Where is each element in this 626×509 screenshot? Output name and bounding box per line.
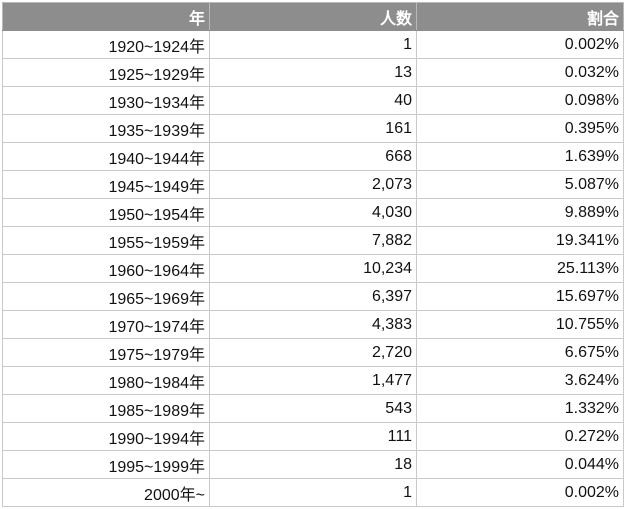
cell-ratio[interactable]: 9.889%	[416, 198, 624, 227]
cell-ratio[interactable]: 1.332%	[416, 394, 624, 423]
cell-ratio[interactable]: 19.341%	[416, 226, 624, 255]
cell-year[interactable]: 1955~1959年	[2, 226, 210, 255]
cell-ratio[interactable]: 15.697%	[416, 282, 624, 311]
cell-ratio[interactable]: 10.755%	[416, 310, 624, 339]
cell-year[interactable]: 1980~1984年	[2, 366, 210, 395]
cell-count[interactable]: 18	[209, 450, 417, 479]
header-year[interactable]: 年	[2, 2, 210, 31]
table-row: 2000年~ 1 0.002%	[2, 478, 624, 507]
table-row: 1960~1964年 10,234 25.113%	[2, 254, 624, 283]
table-row: 1970~1974年 4,383 10.755%	[2, 310, 624, 339]
cell-ratio[interactable]: 5.087%	[416, 170, 624, 199]
table-row: 1935~1939年 161 0.395%	[2, 114, 624, 143]
cell-count[interactable]: 2,720	[209, 338, 417, 367]
table-body: 1920~1924年 1 0.002% 1925~1929年 13 0.032% 1930~…	[2, 30, 624, 507]
header-ratio[interactable]: 割合	[416, 2, 624, 31]
cell-count[interactable]: 1	[209, 30, 417, 59]
cell-count[interactable]: 2,073	[209, 170, 417, 199]
cell-ratio[interactable]: 0.098%	[416, 86, 624, 115]
cell-count[interactable]: 1	[209, 478, 417, 507]
table-row: 1940~1944年 668 1.639%	[2, 142, 624, 171]
cell-year[interactable]: 1935~1939年	[2, 114, 210, 143]
cell-count[interactable]: 6,397	[209, 282, 417, 311]
table-row: 1920~1924年 1 0.002%	[2, 30, 624, 59]
cell-ratio[interactable]: 0.002%	[416, 478, 624, 507]
cell-count[interactable]: 7,882	[209, 226, 417, 255]
cell-count[interactable]: 40	[209, 86, 417, 115]
cell-year[interactable]: 1920~1924年	[2, 30, 210, 59]
cell-ratio[interactable]: 25.113%	[416, 254, 624, 283]
cell-ratio[interactable]: 0.395%	[416, 114, 624, 143]
cell-count[interactable]: 161	[209, 114, 417, 143]
table-row: 1955~1959年 7,882 19.341%	[2, 226, 624, 255]
table-row: 1950~1954年 4,030 9.889%	[2, 198, 624, 227]
cell-count[interactable]: 4,030	[209, 198, 417, 227]
cell-count[interactable]: 111	[209, 422, 417, 451]
cell-count[interactable]: 668	[209, 142, 417, 171]
header-row: 年 人数 割合	[2, 2, 624, 31]
cell-ratio[interactable]: 0.044%	[416, 450, 624, 479]
table-row: 1985~1989年 543 1.332%	[2, 394, 624, 423]
cell-ratio[interactable]: 6.675%	[416, 338, 624, 367]
cell-year[interactable]: 1960~1964年	[2, 254, 210, 283]
cell-year[interactable]: 2000年~	[2, 478, 210, 507]
cell-count[interactable]: 10,234	[209, 254, 417, 283]
cell-year[interactable]: 1990~1994年	[2, 422, 210, 451]
table-row: 1965~1969年 6,397 15.697%	[2, 282, 624, 311]
cell-year[interactable]: 1945~1949年	[2, 170, 210, 199]
cell-year[interactable]: 1975~1979年	[2, 338, 210, 367]
cell-year[interactable]: 1930~1934年	[2, 86, 210, 115]
table-row: 1930~1934年 40 0.098%	[2, 86, 624, 115]
cell-ratio[interactable]: 0.272%	[416, 422, 624, 451]
cell-ratio[interactable]: 0.002%	[416, 30, 624, 59]
cell-year[interactable]: 1970~1974年	[2, 310, 210, 339]
cell-year[interactable]: 1995~1999年	[2, 450, 210, 479]
cell-count[interactable]: 1,477	[209, 366, 417, 395]
cell-count[interactable]: 543	[209, 394, 417, 423]
table-row: 1925~1929年 13 0.032%	[2, 58, 624, 87]
header-count[interactable]: 人数	[209, 2, 417, 31]
cell-year[interactable]: 1940~1944年	[2, 142, 210, 171]
cell-ratio[interactable]: 0.032%	[416, 58, 624, 87]
cell-year[interactable]: 1925~1929年	[2, 58, 210, 87]
cell-year[interactable]: 1965~1969年	[2, 282, 210, 311]
cell-ratio[interactable]: 3.624%	[416, 366, 624, 395]
cell-year[interactable]: 1950~1954年	[2, 198, 210, 227]
table-row: 1990~1994年 111 0.272%	[2, 422, 624, 451]
table-row: 1945~1949年 2,073 5.087%	[2, 170, 624, 199]
cell-count[interactable]: 13	[209, 58, 417, 87]
table-row: 1980~1984年 1,477 3.624%	[2, 366, 624, 395]
table-header: 年 人数 割合	[2, 2, 624, 31]
table-row: 1975~1979年 2,720 6.675%	[2, 338, 624, 367]
cell-ratio[interactable]: 1.639%	[416, 142, 624, 171]
table-row: 1995~1999年 18 0.044%	[2, 450, 624, 479]
data-table: 年 人数 割合 1920~1924年 1 0.002% 1925~1929年 13 0.0…	[2, 2, 624, 507]
cell-count[interactable]: 4,383	[209, 310, 417, 339]
cell-year[interactable]: 1985~1989年	[2, 394, 210, 423]
